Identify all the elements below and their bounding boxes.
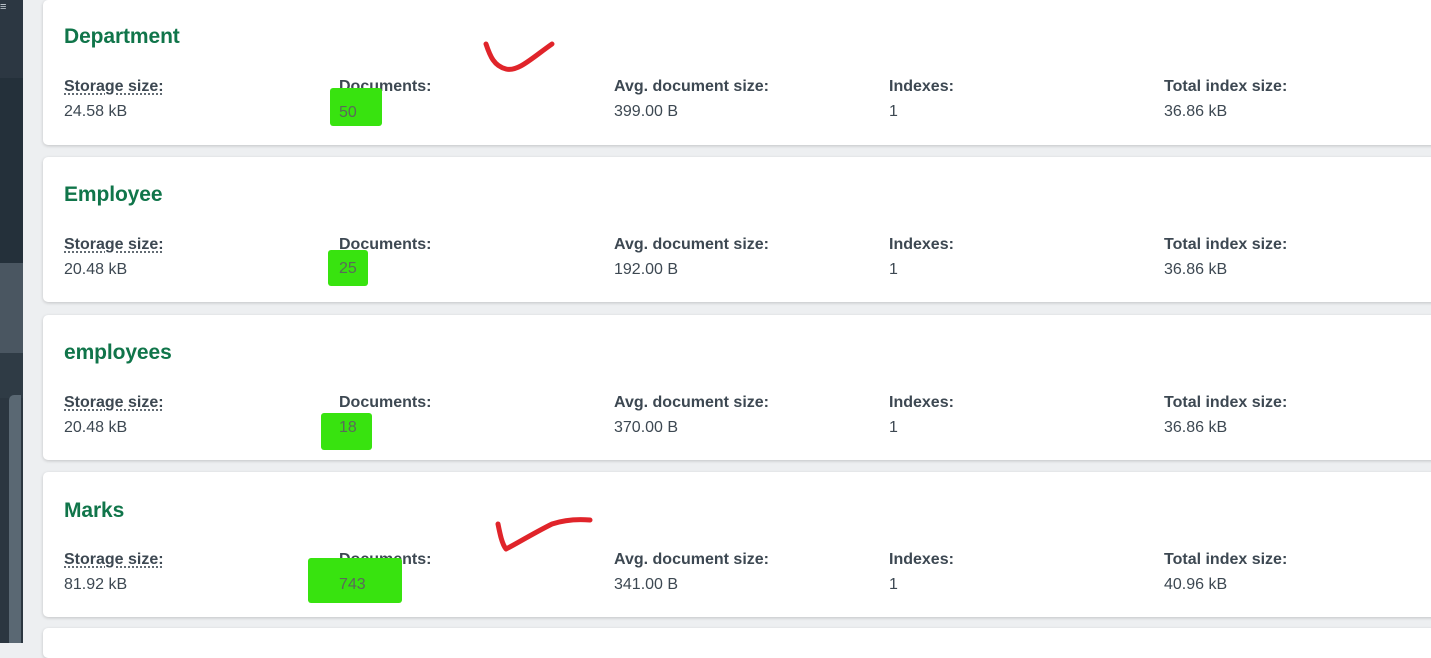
storage-size-stat: Storage size: 81.92 kB	[64, 550, 164, 595]
indexes-value: 1	[889, 103, 898, 120]
total-index-size-label: Total index size:	[1164, 551, 1288, 568]
collection-title[interactable]: employees	[64, 341, 172, 365]
total-index-size-label: Total index size:	[1164, 236, 1288, 253]
avg-document-size-label: Avg. document size:	[614, 394, 769, 411]
avg-document-size-label: Avg. document size:	[614, 78, 769, 95]
collection-card[interactable]: Department Storage size: 24.58 kB Docume…	[43, 0, 1431, 145]
total-index-size-value: 36.86 kB	[1164, 261, 1228, 278]
avg-document-size-label: Avg. document size:	[614, 236, 769, 253]
documents-value: 50	[339, 104, 357, 121]
documents-value: 18	[339, 419, 357, 436]
storage-size-label[interactable]: Storage size:	[64, 550, 164, 570]
avg-document-size-value: 192.00 B	[614, 261, 679, 278]
avg-document-size-stat: Avg. document size: 370.00 B	[614, 393, 769, 438]
storage-size-value: 20.48 kB	[64, 419, 128, 436]
avg-document-size-stat: Avg. document size: 192.00 B	[614, 235, 769, 280]
indexes-stat: Indexes: 1	[889, 550, 954, 595]
total-index-size-stat: Total index size: 36.86 kB	[1164, 393, 1287, 438]
total-index-size-value: 36.86 kB	[1164, 419, 1228, 436]
documents-value: 743	[339, 576, 366, 593]
total-index-size-value: 36.86 kB	[1164, 103, 1228, 120]
storage-size-label[interactable]: Storage size:	[64, 393, 164, 413]
total-index-size-stat: Total index size: 40.96 kB	[1164, 550, 1287, 595]
indexes-stat: Indexes: 1	[889, 393, 954, 438]
sidebar-section	[0, 263, 23, 353]
avg-document-size-value: 341.00 B	[614, 576, 679, 593]
indexes-value: 1	[889, 261, 898, 278]
total-index-size-label: Total index size:	[1164, 394, 1288, 411]
storage-size-label[interactable]: Storage size:	[64, 235, 164, 255]
avg-document-size-value: 370.00 B	[614, 419, 679, 436]
collection-card[interactable]: Marks Storage size: 81.92 kB Documents: …	[43, 472, 1431, 617]
indexes-label: Indexes:	[889, 236, 954, 253]
avg-document-size-value: 399.00 B	[614, 103, 679, 120]
collection-title[interactable]: Marks	[64, 499, 124, 523]
indexes-value: 1	[889, 419, 898, 436]
total-index-size-stat: Total index size: 36.86 kB	[1164, 235, 1287, 280]
total-index-size-stat: Total index size: 36.86 kB	[1164, 77, 1287, 122]
collection-title[interactable]: Department	[64, 25, 180, 49]
checkmark-icon	[495, 517, 593, 552]
storage-size-stat: Storage size: 20.48 kB	[64, 393, 164, 438]
menu-icon[interactable]: ≡	[0, 2, 6, 13]
checkmark-icon	[483, 41, 555, 72]
storage-size-value: 81.92 kB	[64, 576, 128, 593]
storage-size-stat: Storage size: 24.58 kB	[64, 77, 164, 122]
indexes-value: 1	[889, 576, 898, 593]
documents-value: 25	[339, 260, 357, 277]
storage-size-value: 20.48 kB	[64, 261, 128, 278]
storage-size-stat: Storage size: 20.48 kB	[64, 235, 164, 280]
indexes-stat: Indexes: 1	[889, 77, 954, 122]
indexes-stat: Indexes: 1	[889, 235, 954, 280]
indexes-label: Indexes:	[889, 78, 954, 95]
documents-label: Documents:	[339, 394, 432, 411]
collection-card[interactable]: employees Storage size: 20.48 kB Documen…	[43, 315, 1431, 460]
collection-title[interactable]: Employee	[64, 183, 163, 207]
storage-size-value: 24.58 kB	[64, 103, 128, 120]
indexes-label: Indexes:	[889, 394, 954, 411]
total-index-size-value: 40.96 kB	[1164, 576, 1228, 593]
indexes-label: Indexes:	[889, 551, 954, 568]
avg-document-size-stat: Avg. document size: 399.00 B	[614, 77, 769, 122]
avg-document-size-stat: Avg. document size: 341.00 B	[614, 550, 769, 595]
collection-card[interactable]: Employee Storage size: 20.48 kB Document…	[43, 157, 1431, 302]
sidebar-section	[0, 353, 23, 398]
collection-card[interactable]	[43, 628, 1431, 658]
sidebar-scrollbar[interactable]	[9, 395, 21, 643]
documents-stat: Documents:	[339, 393, 431, 413]
sidebar: ≡	[0, 0, 23, 643]
storage-size-label[interactable]: Storage size:	[64, 77, 164, 97]
sidebar-section	[0, 78, 23, 263]
total-index-size-label: Total index size:	[1164, 78, 1288, 95]
avg-document-size-label: Avg. document size:	[614, 551, 769, 568]
